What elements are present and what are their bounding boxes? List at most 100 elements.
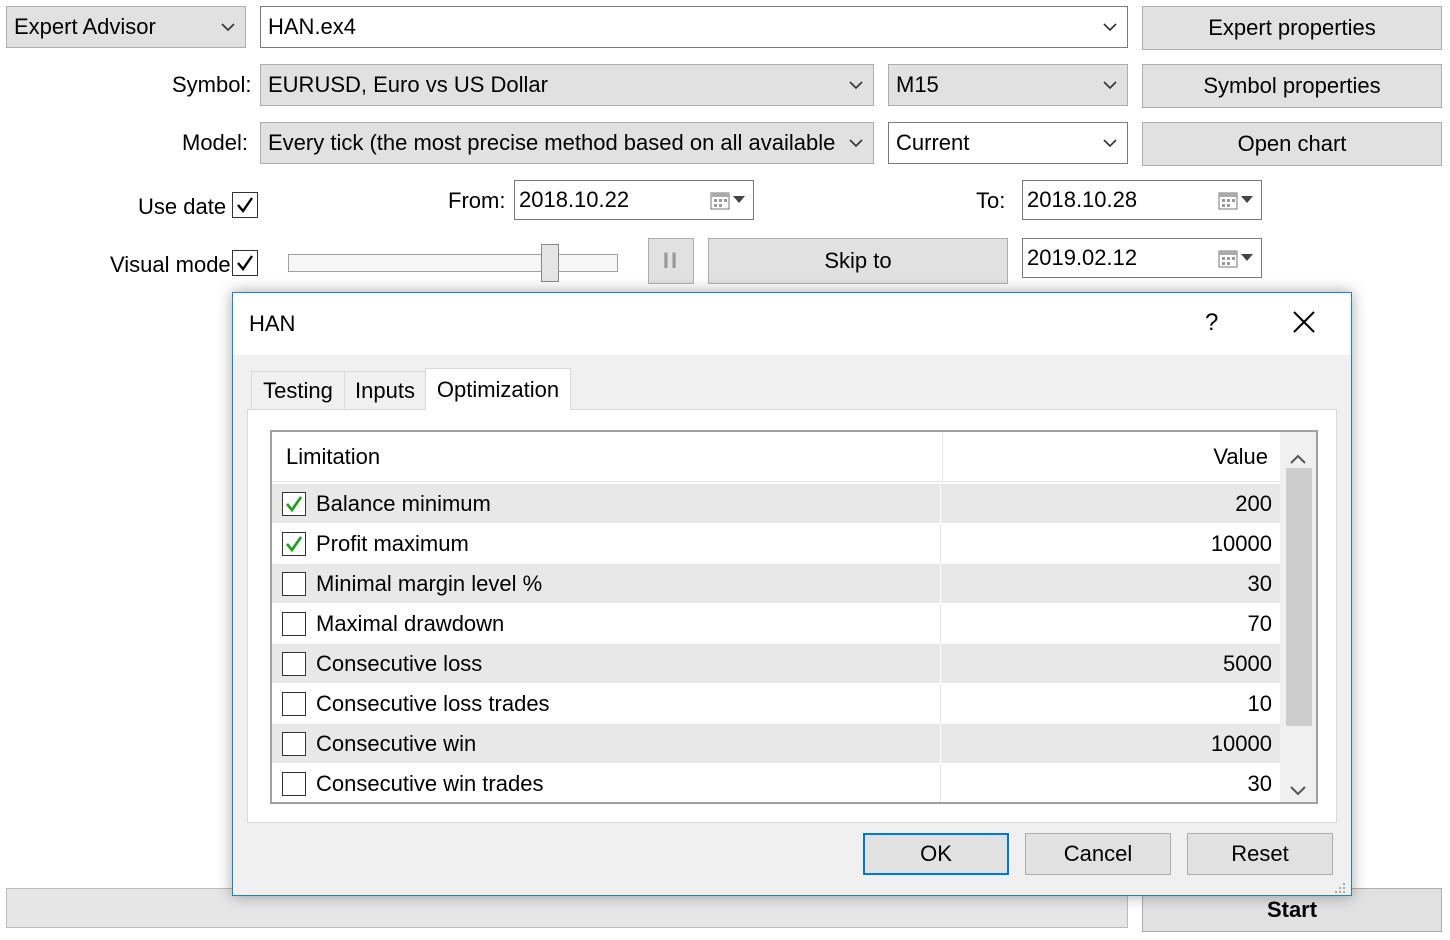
model-value: Every tick (the most precise method base… [268,130,839,155]
period-select[interactable]: M15 [888,64,1128,106]
skip-date-picker[interactable]: 2019.02.12 [1022,238,1262,278]
table-row[interactable]: Profit maximum 10000 [272,524,1280,564]
close-icon[interactable] [1291,309,1319,337]
table-row[interactable]: Consecutive loss trades 10 [272,684,1280,724]
column-header-limitation[interactable]: Limitation [286,444,380,470]
cancel-button-label: Cancel [1063,841,1133,866]
symbol-select[interactable]: EURUSD, Euro vs US Dollar [260,64,874,106]
row-limitation-name: Consecutive win trades [316,771,544,796]
row-value-cell[interactable]: 10000 [940,524,1280,564]
calendar-dropdown-icon[interactable] [1209,181,1261,219]
row-value: 5000 [1223,651,1272,676]
open-chart-button[interactable]: Open chart [1142,122,1442,166]
tab-optimization[interactable]: Optimization [425,368,571,410]
optimization-panel: Limitation Value Balance minimum 200 Profi… [247,409,1337,823]
row-limitation-name: Consecutive win [316,731,477,756]
cancel-button[interactable]: Cancel [1025,833,1171,875]
pause-button[interactable]: II [648,238,694,284]
chevron-down-icon [839,65,873,105]
expert-properties-dialog: HAN ? Testing Inputs Optimization Limita… [232,292,1352,896]
reset-button[interactable]: Reset [1187,833,1333,875]
scroll-down-icon[interactable] [1290,776,1306,802]
from-date-value: 2018.10.22 [519,187,630,212]
row-value-cell[interactable]: 10 [940,684,1280,724]
row-checkbox[interactable] [282,572,306,596]
table-row[interactable]: Minimal margin level % 30 [272,564,1280,604]
visual-mode-checkbox[interactable] [232,250,258,276]
row-value: 30 [1247,771,1272,796]
table-row[interactable]: Consecutive win trades 30 [272,764,1280,802]
symbol-value: EURUSD, Euro vs US Dollar [268,72,548,97]
table-row[interactable]: Consecutive win 10000 [272,724,1280,764]
row-checkbox[interactable] [282,492,306,516]
slider-track [288,254,618,272]
tab-label: Inputs [355,377,415,403]
table-row[interactable]: Consecutive loss 5000 [272,644,1280,684]
table-row[interactable]: Balance minimum 200 [272,484,1280,524]
symbol-label: Symbol: [172,72,252,97]
row-value: 70 [1247,611,1272,636]
ok-button[interactable]: OK [863,833,1009,875]
pause-icon: II [662,248,680,273]
row-value: 30 [1247,571,1272,596]
expert-file-value: HAN.ex4 [268,14,357,39]
model-select[interactable]: Every tick (the most precise method base… [260,122,874,164]
column-header-value[interactable]: Value [1213,444,1268,470]
from-date-picker[interactable]: 2018.10.22 [514,180,754,220]
tab-testing[interactable]: Testing [251,371,345,409]
use-date-label: Use date [138,194,227,219]
column-divider [942,432,943,482]
dialog-title-bar[interactable]: HAN ? [233,293,1351,355]
chevron-down-icon [211,7,245,47]
row-checkbox[interactable] [282,732,306,756]
to-label: To: [976,188,1006,213]
help-button[interactable]: ? [1205,309,1218,337]
chevron-down-icon [1093,123,1127,163]
scroll-thumb[interactable] [1286,468,1312,726]
row-value-cell[interactable]: 30 [940,764,1280,802]
row-value-cell[interactable]: 5000 [940,644,1280,684]
ok-button-label: OK [920,841,952,866]
calendar-dropdown-icon[interactable] [701,181,753,219]
chevron-down-icon [1093,65,1127,105]
expert-properties-button[interactable]: Expert properties [1142,6,1442,50]
slider-thumb[interactable] [541,244,559,282]
scroll-up-icon[interactable] [1290,444,1306,470]
table-header: Limitation Value [272,432,1280,482]
row-checkbox[interactable] [282,652,306,676]
to-date-value: 2018.10.28 [1027,187,1138,212]
resize-grip-icon[interactable] [1331,875,1347,901]
row-value-cell[interactable]: 10000 [940,724,1280,764]
to-date-picker[interactable]: 2018.10.28 [1022,180,1262,220]
row-value-cell[interactable]: 70 [940,604,1280,644]
vertical-scrollbar[interactable] [1280,432,1316,802]
row-value: 200 [1235,491,1272,516]
speed-slider[interactable] [288,244,618,282]
table-row[interactable]: Maximal drawdown 70 [272,604,1280,644]
visual-mode-label: Visual mode [110,252,231,277]
row-value-cell[interactable]: 30 [940,564,1280,604]
row-value-cell[interactable]: 200 [940,484,1280,524]
row-limitation-name: Minimal margin level % [316,571,543,596]
spread-select[interactable]: Current [888,122,1128,164]
use-date-checkbox[interactable] [232,192,258,218]
start-button-label: Start [1266,897,1318,922]
tab-inputs[interactable]: Inputs [344,371,426,409]
row-value: 10000 [1210,531,1272,556]
reset-button-label: Reset [1231,841,1289,866]
calendar-dropdown-icon[interactable] [1209,239,1261,277]
row-checkbox[interactable] [282,612,306,636]
row-checkbox[interactable] [282,772,306,796]
row-checkbox[interactable] [282,532,306,556]
symbol-properties-button[interactable]: Symbol properties [1142,64,1442,108]
row-limitation-name: Maximal drawdown [316,611,505,636]
row-limitation-name: Consecutive loss [316,651,483,676]
row-checkbox[interactable] [282,692,306,716]
model-label: Model: [182,130,249,155]
skip-to-button[interactable]: Skip to [708,238,1008,284]
row-value: 10 [1247,691,1272,716]
checkmark-icon [237,255,253,271]
tab-label: Testing [263,377,333,403]
expert-file-select[interactable]: HAN.ex4 [260,6,1128,48]
type-select[interactable]: Expert Advisor [6,6,246,48]
